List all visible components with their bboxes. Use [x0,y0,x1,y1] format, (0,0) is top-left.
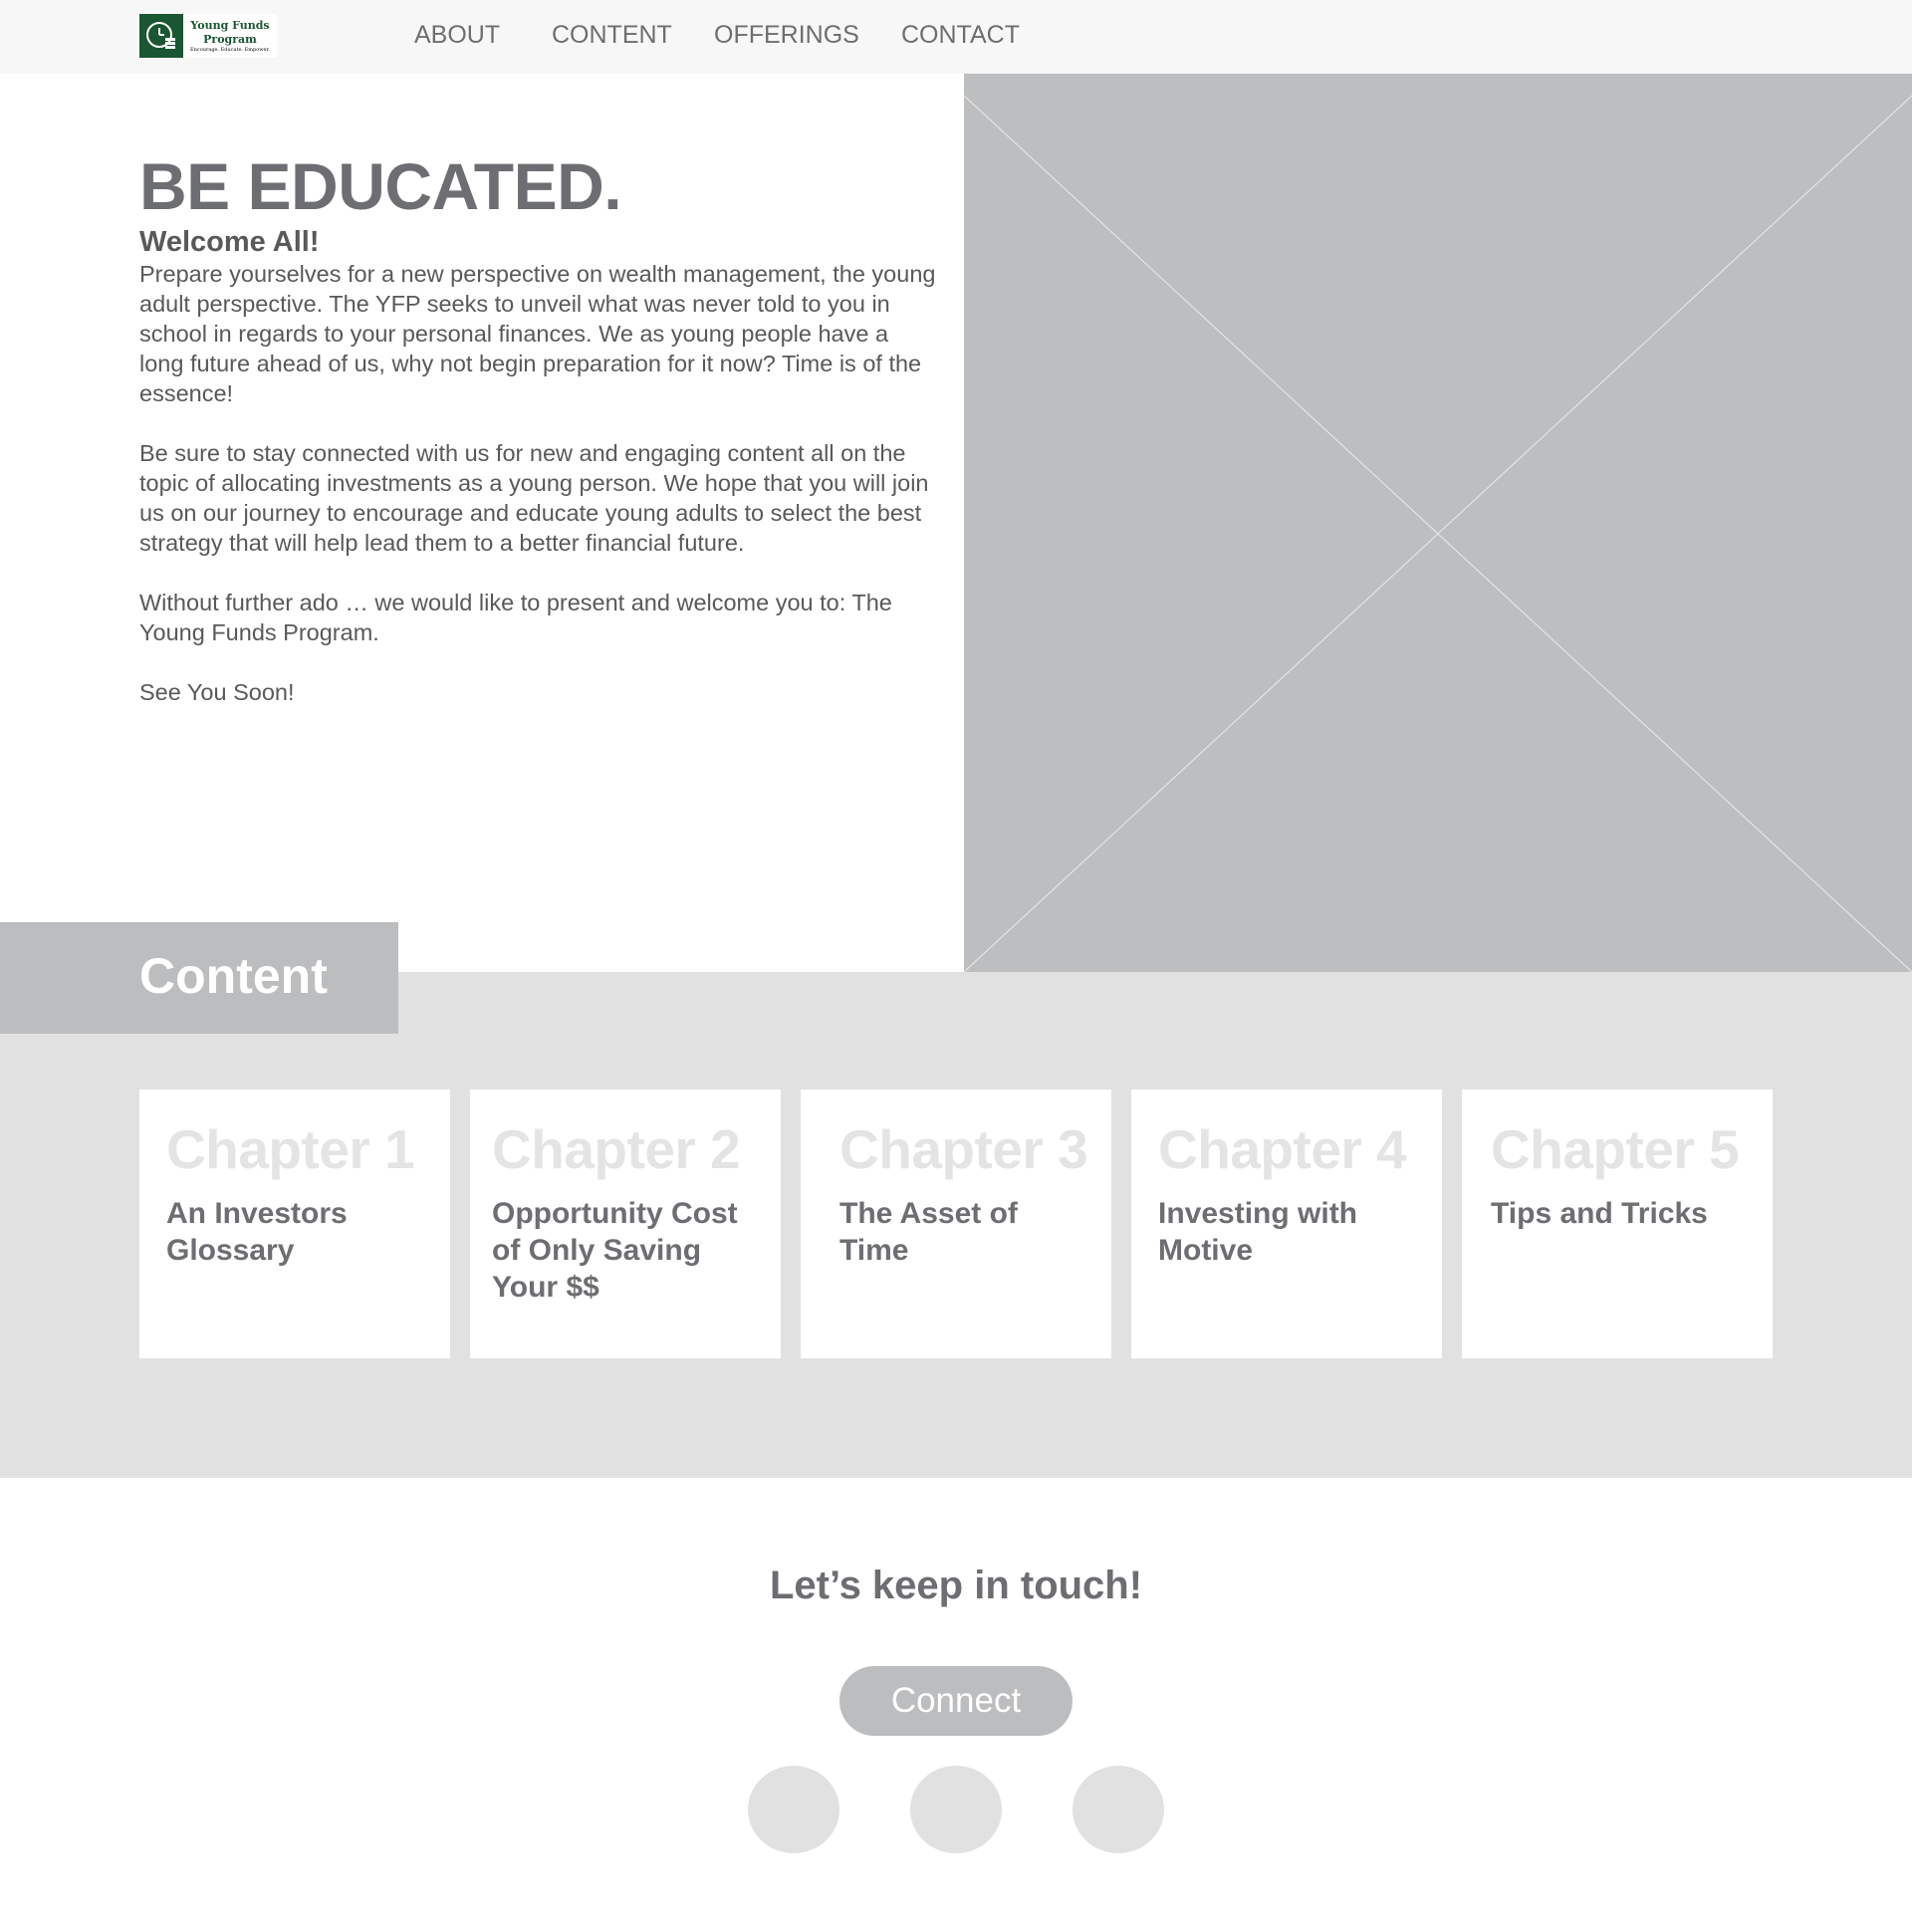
hero-section: BE EDUCATED. Welcome All! Prepare yourse… [139,147,936,737]
top-navigation-bar: Young Funds Program Encourage. Educate. … [0,0,1912,74]
chapter-number: Chapter 1 [166,1118,415,1180]
connect-button[interactable]: Connect [839,1666,1073,1736]
content-section-tab: Content [0,922,398,1034]
chapter-card-5[interactable]: Chapter 5 Tips and Tricks [1462,1089,1773,1358]
chapter-number: Chapter 4 [1158,1118,1407,1180]
hero-subtitle: Welcome All! [139,226,320,258]
chapter-number: Chapter 5 [1491,1118,1740,1180]
logo-tagline: Encourage. Educate. Empower. [190,46,270,53]
social-icon[interactable] [1073,1766,1164,1853]
chapter-card-2[interactable]: Chapter 2 Opportunity Cost of Only Savin… [470,1089,781,1358]
content-section-heading: Content [139,948,328,1004]
social-icon[interactable] [748,1766,839,1853]
social-icon[interactable] [910,1766,1002,1853]
chapter-title: Opportunity Cost of Only Saving Your $$ [492,1197,738,1304]
clock-coins-icon [139,14,183,58]
chapter-title: Tips and Tricks [1491,1197,1708,1230]
chapter-card-4[interactable]: Chapter 4 Investing with Motive [1131,1089,1442,1358]
nav-about[interactable]: ABOUT [414,18,500,52]
chapter-card-1[interactable]: Chapter 1 An Investors Glossary [139,1089,450,1358]
nav-contact[interactable]: CONTACT [901,18,1020,52]
hero-paragraph: Be sure to stay connected with us for ne… [139,440,929,556]
chapter-card-3[interactable]: Chapter 3 The Asset of Time [801,1089,1111,1358]
keep-in-touch-heading: Let’s keep in touch! [769,1564,1143,1607]
hero-paragraph: Without further ado … we would like to p… [139,590,892,645]
logo[interactable]: Young Funds Program Encourage. Educate. … [139,14,277,58]
chapter-title: The Asset of Time [839,1197,1018,1267]
nav-content[interactable]: CONTENT [552,18,672,52]
hero-image-placeholder [964,74,1912,972]
logo-name: Young Funds Program [190,18,270,46]
image-placeholder-icon [964,95,1912,972]
chapter-title: Investing with Motive [1158,1197,1358,1267]
chapter-title: An Investors Glossary [166,1197,348,1267]
nav-offerings[interactable]: OFFERINGS [714,18,859,52]
hero-title: BE EDUCATED. [139,149,622,223]
hero-paragraph: See You Soon! [139,679,295,705]
chapter-number: Chapter 3 [839,1118,1088,1180]
hero-paragraph: Prepare yourselves for a new perspective… [139,261,936,406]
chapter-number: Chapter 2 [492,1118,741,1180]
